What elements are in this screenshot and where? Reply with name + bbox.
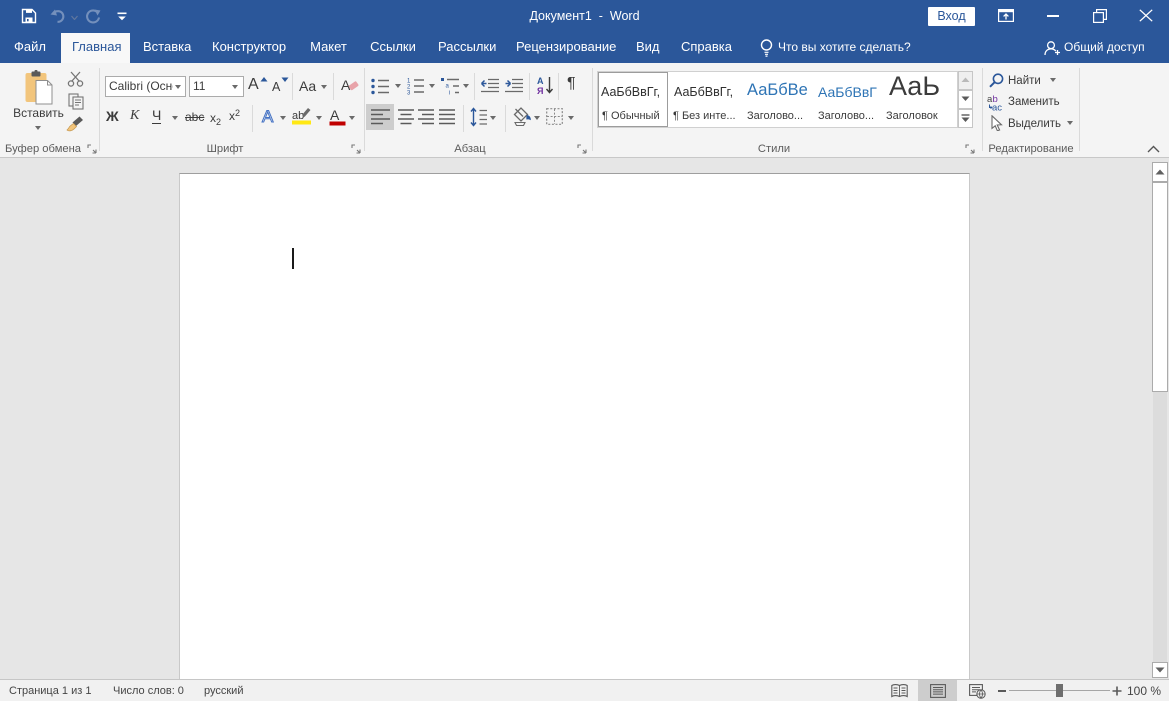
svg-text:Я: Я (537, 86, 543, 96)
svg-text:3: 3 (407, 91, 411, 96)
svg-text:i: i (449, 91, 450, 96)
svg-text:А: А (262, 107, 274, 126)
svg-text:ab: ab (292, 110, 304, 122)
svg-text:a: a (446, 84, 450, 90)
svg-text:А: А (537, 76, 544, 86)
svg-text:ac: ac (992, 103, 1002, 112)
svg-text:А: А (330, 107, 340, 123)
